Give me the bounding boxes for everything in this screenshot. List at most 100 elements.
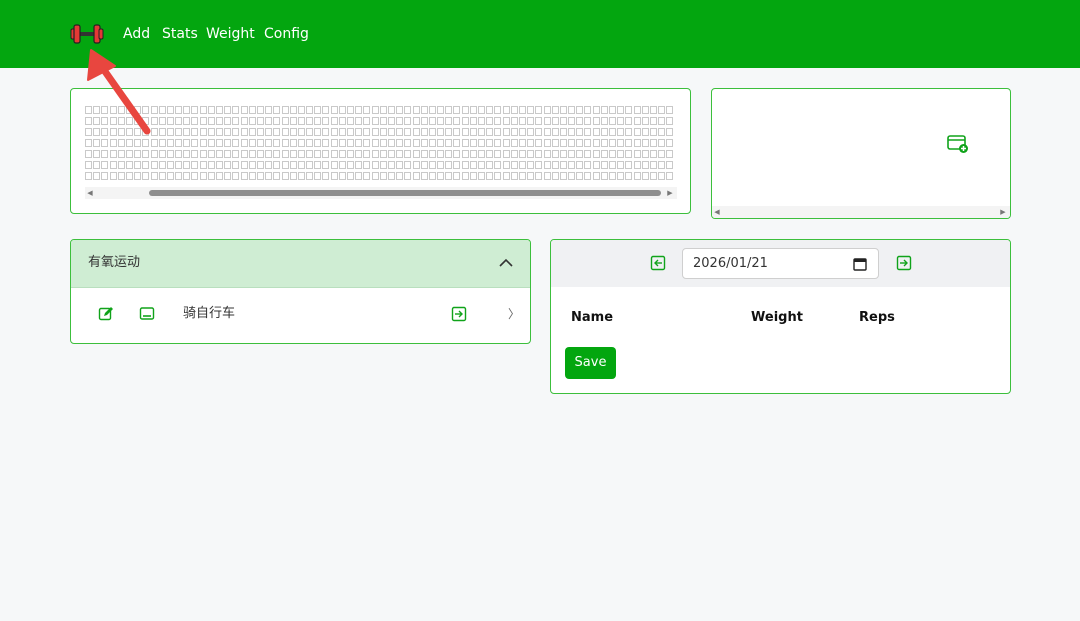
heatmap-cell [248,172,256,180]
heatmap-cell [363,117,371,125]
date-input[interactable]: 2026/01/21 [682,248,879,279]
previous-day-icon[interactable] [650,255,666,271]
heatmap-cell [387,128,395,136]
heatmap-cell [109,117,117,125]
heatmap-cell [232,106,240,114]
heatmap-cell [649,172,657,180]
heatmap-cell [109,172,117,180]
calendar-icon[interactable] [853,257,867,271]
heatmap-cell [306,128,314,136]
heatmap-cell [559,139,567,147]
heatmap-cell [183,117,191,125]
heatmap-cell [183,106,191,114]
heatmap-cell [125,128,133,136]
heatmap-cell [609,150,616,158]
heatmap-cell [617,106,625,114]
heatmap-cell [518,150,526,158]
dumbbell-icon[interactable] [69,23,105,45]
heatmap-cell [387,161,395,169]
heatmap-cell [674,106,675,114]
heatmap-cell [101,161,109,169]
add-chart-icon[interactable] [947,134,969,154]
heatmap-cell [273,139,281,147]
heatmap-scroll-thumb[interactable] [149,190,661,196]
heatmap-cell [396,172,404,180]
heatmap-cell [527,172,535,180]
heatmap-cell [166,106,174,114]
heatmap-cell [445,139,453,147]
scroll-right-arrow-icon[interactable]: ▶ [665,187,675,199]
exercise-name[interactable]: 骑自行车 [183,305,235,323]
heatmap-cell [306,106,314,114]
heatmap-cell [461,172,469,180]
heatmap-cell [551,117,559,125]
heatmap-cell [363,106,371,114]
heatmap-cell [469,150,477,158]
heatmap-cell [412,172,420,180]
display-icon[interactable] [139,306,155,322]
heatmap-cell [535,161,543,169]
heatmap-cell [617,161,625,169]
heatmap-cell [600,139,608,147]
heatmap-cell [216,139,223,147]
heatmap-cell [297,117,305,125]
heatmap-cell [142,128,150,136]
heatmap-cell [281,139,289,147]
heatmap-cell [551,161,559,169]
heatmap-cell [314,106,322,114]
chevron-right-icon[interactable]: 〉 [508,306,520,322]
heatmap-cell [666,128,674,136]
side-scroll-left-arrow-icon[interactable]: ◀ [712,206,722,218]
nav-link-weight[interactable]: Weight [206,24,255,44]
heatmap-cell [93,128,101,136]
heatmap-cell [199,139,207,147]
heatmap-cell [453,172,461,180]
heatmap-cell [551,150,559,158]
heatmap-cell [625,150,633,158]
log-in-icon[interactable] [451,306,467,322]
heatmap-cell [535,172,543,180]
side-scroll-right-arrow-icon[interactable]: ▶ [998,206,1008,218]
heatmap-cell [420,172,428,180]
heatmap-cell [158,106,166,114]
heatmap-cell [150,139,158,147]
side-scrollbar[interactable]: ◀ ▶ [712,206,1010,218]
heatmap-cell [355,172,363,180]
chevron-up-icon[interactable] [497,254,515,272]
heatmap-cell [609,106,616,114]
heatmap-cell [453,128,461,136]
nav-link-stats[interactable]: Stats [162,24,198,44]
heatmap-cell [437,117,445,125]
heatmap-cell [371,150,379,158]
heatmap-cell [207,139,215,147]
scroll-left-arrow-icon[interactable]: ◀ [85,187,95,199]
heatmap-cell [600,106,608,114]
next-day-icon[interactable] [896,255,912,271]
heatmap-cell [658,128,666,136]
edit-icon[interactable] [98,306,114,322]
save-button[interactable]: Save [565,347,616,379]
heatmap-cell [101,150,109,158]
nav-link-config[interactable]: Config [264,24,309,44]
heatmap-cell [175,139,183,147]
heatmap-cell [338,106,346,114]
heatmap-cell [158,161,166,169]
heatmap-cell [518,172,526,180]
heatmap-cell [625,117,633,125]
heatmap-cell [216,128,223,136]
heatmap-cell [265,139,273,147]
heatmap-cell [256,106,264,114]
heatmap-cell [85,106,92,114]
heatmap-cell [469,139,477,147]
heatmap-cell [478,150,485,158]
heatmap-cell [109,161,117,169]
accordion-header[interactable]: 有氧运动 [71,240,530,288]
heatmap-cell [363,128,371,136]
nav-link-add[interactable]: Add [123,24,150,44]
heatmap-scrollbar[interactable]: ◀ ▶ [85,187,677,199]
heatmap-cell [379,172,387,180]
heatmap-cell [191,139,199,147]
heatmap-cell [641,128,649,136]
heatmap-cell [199,150,207,158]
heatmap-cell [355,117,363,125]
